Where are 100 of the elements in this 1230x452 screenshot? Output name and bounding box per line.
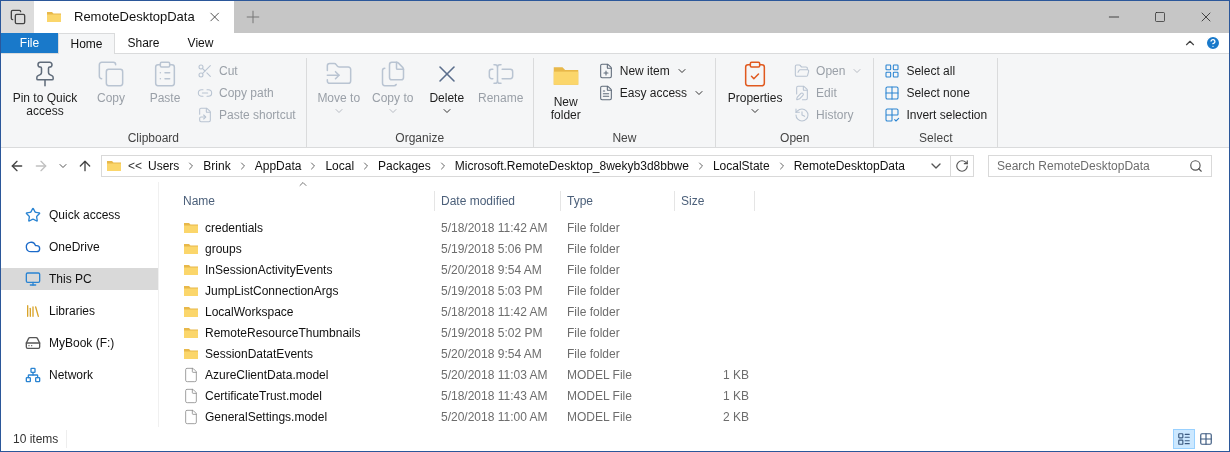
file-name[interactable]: InSessionActivityEvents	[205, 260, 333, 279]
grid-icon	[1199, 432, 1213, 446]
type-cell: File folder	[567, 241, 620, 256]
ribbon-tab[interactable]: Home	[58, 33, 115, 54]
maximize-icon[interactable]	[1154, 11, 1166, 23]
window-menu-icon[interactable]	[9, 9, 26, 25]
type-cell: File folder	[567, 346, 620, 361]
ribbon-button[interactable]: New item	[593, 60, 710, 82]
grid-icon	[884, 63, 901, 79]
column-header[interactable]: Size	[675, 190, 755, 211]
group-label: New	[611, 131, 638, 147]
network-icon	[25, 367, 41, 383]
ribbon-button[interactable]: Easy access	[593, 82, 710, 104]
ribbon-tab[interactable]: View	[172, 33, 229, 53]
edit-icon	[794, 85, 811, 101]
path-segment[interactable]: Packages	[378, 157, 431, 175]
file-name[interactable]: JumpListConnectionArgs	[205, 281, 339, 300]
search-field[interactable]: Search RemoteDesktopData	[988, 155, 1212, 177]
address-bar[interactable]: << Users Brink AppData Local Packages Microsoft.RemoteDesktop_8wekyb3d8bbwe LocalState RemoteDesktopData	[101, 155, 974, 177]
file-icon	[183, 387, 199, 404]
scissors-icon	[197, 63, 213, 79]
window-tab[interactable]: RemoteDesktopData	[34, 1, 234, 33]
library-icon	[25, 303, 41, 319]
path-segment[interactable]: Local	[325, 157, 355, 175]
ribbon-button[interactable]: Delete	[420, 58, 473, 117]
type-cell: File folder	[567, 325, 620, 340]
file-name[interactable]: GeneralSettings.model	[205, 407, 328, 426]
grid-icon	[884, 85, 901, 101]
nav-item[interactable]: MyBook (F:)	[1, 332, 158, 354]
file-name[interactable]: AzureClientData.model	[205, 365, 329, 384]
group-label: Clipboard	[126, 131, 181, 147]
list-icon	[1177, 432, 1191, 446]
path-segment[interactable]: Microsoft.RemoteDesktop_8wekyb3d8bbwe	[454, 157, 689, 175]
date-cell: 5/20/2018 11:00 AM	[441, 409, 548, 424]
date-cell: 5/18/2018 11:42 AM	[441, 304, 548, 319]
type-cell: File folder	[567, 283, 620, 298]
date-cell: 5/18/2018 11:43 AM	[441, 388, 548, 403]
file-name[interactable]: SessionDatatEvents	[205, 344, 314, 363]
date-cell: 5/18/2018 11:42 AM	[441, 220, 548, 235]
type-cell: File folder	[567, 304, 620, 319]
file-name[interactable]: CertificateTrust.model	[205, 386, 322, 405]
folder-icon	[46, 9, 62, 25]
type-cell: File folder	[567, 220, 620, 235]
help-icon[interactable]	[1205, 35, 1221, 51]
file-name[interactable]: credentials	[205, 218, 264, 237]
group-label: Organize	[394, 131, 446, 147]
ribbon-tab[interactable]: Share	[115, 33, 172, 53]
nav-item[interactable]: This PC	[1, 268, 158, 290]
ribbon-button[interactable]: Invert selection	[880, 104, 992, 126]
star-icon	[25, 207, 41, 223]
path-segment[interactable]: LocalState	[712, 157, 770, 175]
ribbon-button[interactable]: Properties	[722, 58, 789, 117]
up-icon[interactable]	[77, 158, 93, 174]
details-view-button[interactable]	[1173, 429, 1195, 449]
date-cell: 5/19/2018 5:03 PM	[441, 283, 543, 298]
type-cell: File folder	[567, 262, 620, 277]
size-cell: 1 KB	[723, 388, 749, 403]
path-segment[interactable]: Users	[148, 157, 180, 175]
column-header[interactable]: Type	[561, 190, 675, 211]
date-cell: 5/20/2018 9:54 AM	[441, 262, 542, 277]
group-label: Open	[779, 131, 811, 147]
nav-item[interactable]: Libraries	[1, 300, 158, 322]
nav-item[interactable]: Network	[1, 364, 158, 386]
drive-icon	[25, 335, 41, 351]
copy-icon	[97, 60, 125, 88]
search-icon[interactable]	[1189, 159, 1203, 173]
date-cell: 5/19/2018 5:06 PM	[441, 241, 543, 256]
path-segment[interactable]: AppData	[254, 157, 302, 175]
path-segment[interactable]: Brink	[203, 157, 231, 175]
file-icon	[597, 85, 614, 101]
type-cell: MODEL File	[567, 409, 632, 424]
history-icon	[794, 107, 811, 123]
file-name[interactable]: groups	[205, 239, 242, 258]
file-name[interactable]: RemoteResourceThumbnails	[205, 323, 361, 342]
path-segment[interactable]: RemoteDesktopData	[793, 157, 906, 175]
size-cell: 2 KB	[723, 409, 749, 424]
refresh-icon[interactable]	[955, 159, 969, 173]
overflow-chevrons[interactable]: <<	[128, 157, 142, 175]
grid-icon	[884, 107, 901, 123]
ribbon-button[interactable]: New folder	[539, 58, 592, 122]
folder-icon	[106, 158, 122, 174]
ribbon-button[interactable]: Select all	[880, 60, 992, 82]
item-count: 10 items	[13, 430, 68, 448]
date-cell: 5/20/2018 11:03 AM	[441, 367, 548, 382]
column-header[interactable]: Name	[177, 190, 435, 211]
back-icon[interactable]	[9, 158, 25, 174]
nav-item[interactable]: Quick access	[1, 204, 158, 226]
column-header[interactable]: Date modified	[435, 190, 561, 211]
file-plus-icon	[597, 63, 614, 79]
file-icon	[183, 408, 199, 425]
cloud-icon	[25, 239, 41, 255]
file-icon	[183, 366, 199, 383]
ribbon-button[interactable]: Pin to Quick access	[7, 58, 83, 118]
ribbon-tab[interactable]: File	[1, 33, 58, 53]
file-name[interactable]: LocalWorkspace	[205, 302, 294, 321]
type-cell: MODEL File	[567, 367, 632, 382]
type-cell: MODEL File	[567, 388, 632, 403]
ribbon-button[interactable]: Select none	[880, 82, 992, 104]
nav-item[interactable]: OneDrive	[1, 236, 158, 258]
group-label: Select	[918, 131, 954, 147]
